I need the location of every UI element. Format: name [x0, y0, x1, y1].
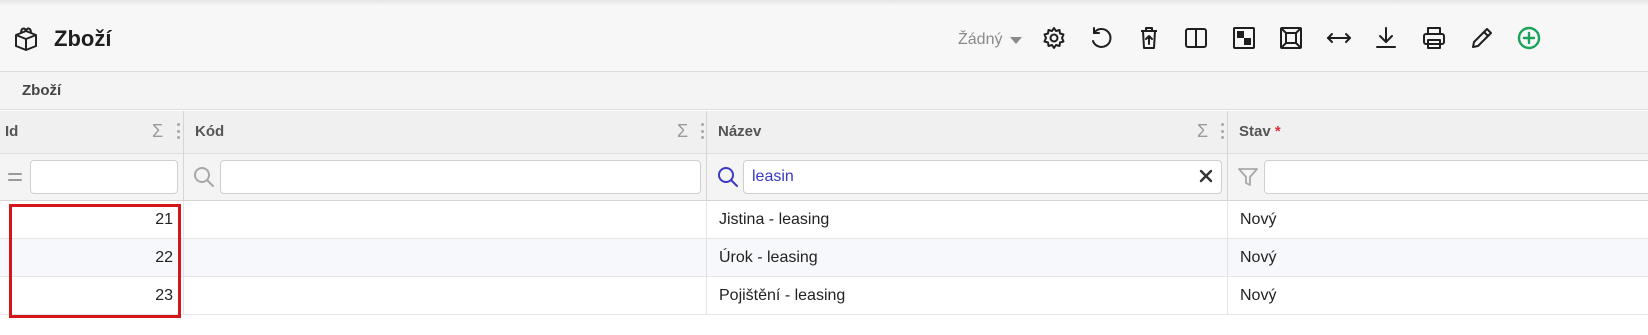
export-button[interactable]: [1372, 26, 1400, 54]
filter-cell-nazev: [707, 154, 1228, 201]
column-header-stav[interactable]: Stav *: [1228, 111, 1648, 154]
printer-icon: [1421, 25, 1447, 56]
column-header-id[interactable]: Id Σ: [0, 111, 184, 154]
fit-button[interactable]: [1277, 26, 1305, 54]
cell-nazev: Úrok - leasing: [707, 239, 1228, 277]
filter-input-id[interactable]: [30, 160, 178, 194]
layout-button[interactable]: [1230, 26, 1258, 54]
cell-kod: [184, 277, 707, 315]
column-menu-icon[interactable]: [177, 123, 180, 139]
table-row[interactable]: 21 Jistina - leasing Nový: [0, 201, 1648, 239]
cell-stav: Nový: [1240, 249, 1277, 266]
cell-stav: Nový: [1240, 287, 1277, 304]
plus-circle-icon: [1516, 25, 1542, 56]
cell-id: 23: [0, 277, 184, 315]
split-view-button[interactable]: [1182, 26, 1210, 54]
filter-icon[interactable]: [1237, 166, 1259, 188]
sigma-icon[interactable]: Σ: [677, 121, 688, 142]
settings-button[interactable]: [1040, 26, 1068, 54]
search-icon[interactable]: [193, 166, 215, 188]
cell-stav: Nový: [1240, 211, 1277, 228]
download-icon: [1373, 25, 1399, 56]
column-header-label: Stav *: [1239, 123, 1281, 140]
sigma-icon[interactable]: Σ: [1197, 121, 1208, 142]
column-menu-icon[interactable]: [701, 123, 704, 139]
page-header: Zboží Žádný: [0, 6, 1648, 72]
frame-icon: [1278, 25, 1304, 56]
column-header-label: Id: [5, 123, 19, 140]
undo-icon: [1088, 25, 1114, 56]
cell-nazev: Pojištění - leasing: [707, 277, 1228, 315]
pencil-icon: [1469, 25, 1495, 56]
page-title: Zboží: [54, 26, 112, 51]
edit-button[interactable]: [1468, 26, 1496, 54]
filter-input-stav[interactable]: [1264, 160, 1648, 194]
columns-icon: [1183, 25, 1209, 56]
column-header-label: Název: [718, 123, 762, 140]
sigma-icon[interactable]: Σ: [152, 121, 163, 142]
print-button[interactable]: [1420, 26, 1448, 54]
breadcrumb: Zboží: [0, 72, 1648, 110]
chevron-down-icon: [1010, 36, 1023, 44]
search-icon[interactable]: [717, 166, 739, 188]
table-header: Id Σ Kód Σ Název Σ Stav *: [0, 111, 1648, 154]
filter-input-nazev[interactable]: [743, 160, 1222, 194]
box-icon: [12, 24, 40, 52]
cell-kod: [184, 201, 707, 239]
column-header-label: Kód: [195, 123, 225, 140]
checker-icon: [1231, 25, 1257, 56]
column-header-kod[interactable]: Kód Σ: [184, 111, 707, 154]
table-row[interactable]: 22 Úrok - leasing Nový: [0, 239, 1648, 277]
resize-columns-button[interactable]: [1325, 26, 1353, 54]
trash-icon: [1136, 25, 1162, 56]
add-button[interactable]: [1515, 26, 1543, 54]
cell-kod: [184, 239, 707, 277]
delete-button[interactable]: [1135, 26, 1163, 54]
arrows-horizontal-icon: [1326, 25, 1352, 56]
gear-icon: [1041, 25, 1067, 56]
equals-icon[interactable]: [5, 166, 27, 188]
filter-cell-id: [0, 154, 184, 201]
filter-cell-kod: [184, 154, 707, 201]
cell-id: 22: [0, 239, 184, 277]
table-row[interactable]: 23 Pojištění - leasing Nový: [0, 277, 1648, 315]
view-select[interactable]: Žádný: [958, 28, 1023, 52]
cell-nazev: Jistina - leasing: [707, 201, 1228, 239]
breadcrumb-item[interactable]: Zboží: [22, 82, 61, 99]
reload-button[interactable]: [1087, 26, 1115, 54]
view-select-value: Žádný: [958, 31, 1003, 48]
close-icon[interactable]: [1197, 167, 1215, 185]
column-header-nazev[interactable]: Název Σ: [707, 111, 1228, 154]
filter-input-kod[interactable]: [220, 160, 701, 194]
filter-cell-stav: [1228, 154, 1648, 201]
required-mark: *: [1274, 123, 1281, 140]
filter-row: [0, 154, 1648, 201]
column-menu-icon[interactable]: [1221, 123, 1224, 139]
cell-id: 21: [0, 201, 184, 239]
